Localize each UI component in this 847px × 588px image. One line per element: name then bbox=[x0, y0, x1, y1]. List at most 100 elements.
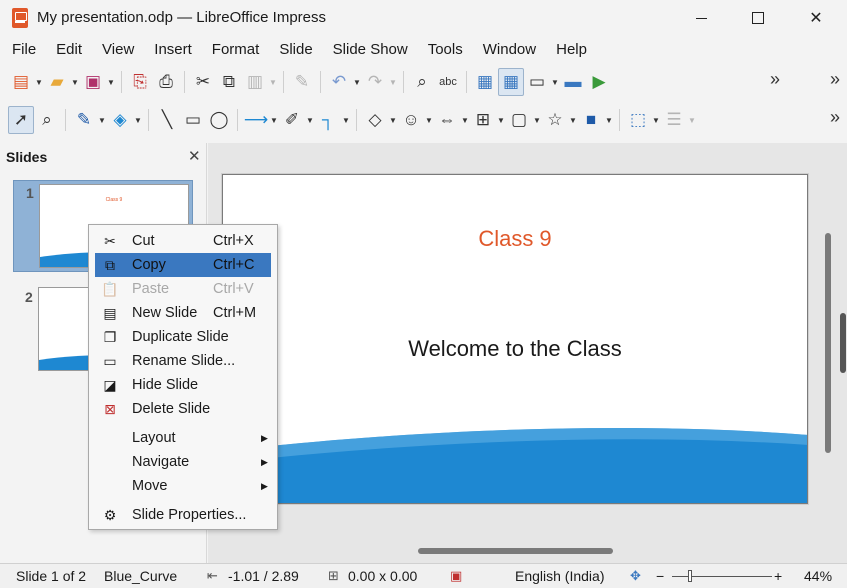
menu-slide-properties[interactable]: ⚙ Slide Properties... bbox=[89, 503, 277, 527]
toolbar2-more-icon[interactable]: » bbox=[830, 107, 840, 128]
menu-help[interactable]: Help bbox=[546, 38, 597, 62]
zoom-in-button[interactable]: + bbox=[774, 568, 782, 584]
menu-navigate[interactable]: Navigate ▶ bbox=[89, 450, 277, 474]
slide-editor[interactable]: Class 9 Welcome to the Class bbox=[208, 143, 847, 563]
menu-window[interactable]: Window bbox=[473, 38, 546, 62]
export-pdf-icon[interactable]: ⎘ bbox=[127, 68, 153, 96]
menu-paste[interactable]: 📋 Paste Ctrl+V bbox=[89, 277, 277, 301]
new-dropdown-icon[interactable]: ▼ bbox=[34, 68, 44, 96]
transformations-icon[interactable]: ⬚ bbox=[625, 106, 651, 134]
basic-shapes-icon[interactable]: ◇ bbox=[362, 106, 388, 134]
undo-icon[interactable]: ↶ bbox=[326, 68, 352, 96]
minimize-button[interactable] bbox=[678, 0, 724, 36]
find-replace-icon[interactable]: ⌕ bbox=[409, 68, 435, 96]
menu-move[interactable]: Move ▶ bbox=[89, 474, 277, 498]
arrow-line-icon[interactable]: ⟶ bbox=[243, 106, 269, 134]
document-modified-icon[interactable]: ▣ bbox=[450, 568, 462, 584]
save-icon[interactable]: ▣ bbox=[80, 68, 106, 96]
new-document-icon[interactable]: ▤ bbox=[8, 68, 34, 96]
slide-subtitle[interactable]: Welcome to the Class bbox=[223, 336, 807, 362]
redo-icon[interactable]: ↷ bbox=[362, 68, 388, 96]
vertical-scrollbar-thumb[interactable] bbox=[840, 313, 846, 373]
save-dropdown-icon[interactable]: ▼ bbox=[106, 68, 116, 96]
zoom-level[interactable]: 44% bbox=[804, 568, 832, 584]
curve-dropdown-icon[interactable]: ▼ bbox=[305, 106, 315, 134]
connector-icon[interactable]: ┐ bbox=[315, 106, 341, 134]
stars-icon[interactable]: ☆ bbox=[542, 106, 568, 134]
align-icon[interactable]: ☰ bbox=[661, 106, 687, 134]
open-dropdown-icon[interactable]: ▼ bbox=[70, 68, 80, 96]
symbol-shapes-dropdown-icon[interactable]: ▼ bbox=[424, 106, 434, 134]
toolbar1-overflow-icon[interactable]: » bbox=[830, 69, 840, 90]
paste-dropdown-icon[interactable]: ▼ bbox=[268, 68, 278, 96]
open-folder-icon[interactable]: ▰ bbox=[44, 68, 70, 96]
close-button[interactable]: ✕ bbox=[793, 0, 839, 36]
master-slide-status[interactable]: Blue_Curve bbox=[104, 568, 177, 584]
connector-dropdown-icon[interactable]: ▼ bbox=[341, 106, 351, 134]
align-dropdown-icon[interactable]: ▼ bbox=[687, 106, 697, 134]
slide-canvas[interactable]: Class 9 Welcome to the Class bbox=[222, 174, 808, 504]
fill-color-dropdown-icon[interactable]: ▼ bbox=[133, 106, 143, 134]
transformations-dropdown-icon[interactable]: ▼ bbox=[651, 106, 661, 134]
menu-copy[interactable]: ⧉ Copy Ctrl+C bbox=[95, 253, 271, 277]
slide-title[interactable]: Class 9 bbox=[223, 226, 807, 252]
redo-dropdown-icon[interactable]: ▼ bbox=[388, 68, 398, 96]
menu-view[interactable]: View bbox=[92, 38, 144, 62]
menu-tools[interactable]: Tools bbox=[418, 38, 473, 62]
undo-dropdown-icon[interactable]: ▼ bbox=[352, 68, 362, 96]
start-slideshow-icon[interactable]: ▶ bbox=[586, 68, 612, 96]
flowchart-dropdown-icon[interactable]: ▼ bbox=[496, 106, 506, 134]
menu-cut[interactable]: ✂ Cut Ctrl+X bbox=[89, 229, 277, 253]
menu-rename-slide[interactable]: ▭ Rename Slide... bbox=[89, 349, 277, 373]
arrow-dropdown-icon[interactable]: ▼ bbox=[269, 106, 279, 134]
rectangle-icon[interactable]: ▭ bbox=[180, 106, 206, 134]
menu-file[interactable]: File bbox=[0, 38, 46, 62]
menu-layout[interactable]: Layout ▶ bbox=[89, 426, 277, 450]
zoom-slider-thumb[interactable] bbox=[688, 570, 692, 582]
vertical-scrollbar[interactable] bbox=[825, 233, 831, 453]
fill-color-icon[interactable]: ◈ bbox=[107, 106, 133, 134]
menu-edit[interactable]: Edit bbox=[46, 38, 92, 62]
block-arrows-icon[interactable]: ⇔ bbox=[434, 106, 460, 134]
callouts-icon[interactable]: ▢ bbox=[506, 106, 532, 134]
3d-objects-dropdown-icon[interactable]: ▼ bbox=[604, 106, 614, 134]
display-grid-icon[interactable]: ▦ bbox=[472, 68, 498, 96]
fit-slide-icon[interactable]: ✥ bbox=[630, 568, 641, 584]
toolbar1-more-icon[interactable]: » bbox=[770, 69, 780, 90]
curve-icon[interactable]: ✐ bbox=[279, 106, 305, 134]
callouts-dropdown-icon[interactable]: ▼ bbox=[532, 106, 542, 134]
menu-new-slide[interactable]: ▤ New Slide Ctrl+M bbox=[89, 301, 277, 325]
spelling-icon[interactable]: abc bbox=[435, 68, 461, 96]
clone-formatting-icon[interactable]: ✎ bbox=[289, 68, 315, 96]
horizontal-scrollbar[interactable] bbox=[418, 548, 613, 554]
maximize-button[interactable] bbox=[735, 0, 781, 36]
basic-shapes-dropdown-icon[interactable]: ▼ bbox=[388, 106, 398, 134]
symbol-shapes-icon[interactable]: ☺ bbox=[398, 106, 424, 134]
display-views-icon[interactable]: ▬ bbox=[560, 68, 586, 96]
menu-insert[interactable]: Insert bbox=[144, 38, 202, 62]
menu-duplicate-slide[interactable]: ❐ Duplicate Slide bbox=[89, 325, 277, 349]
copy-icon[interactable]: ⧉ bbox=[216, 68, 242, 96]
zoom-slider-track[interactable] bbox=[672, 576, 772, 577]
language-status[interactable]: English (India) bbox=[515, 568, 605, 584]
line-color-dropdown-icon[interactable]: ▼ bbox=[97, 106, 107, 134]
flowchart-icon[interactable]: ⊞ bbox=[470, 106, 496, 134]
select-icon[interactable]: ➚ bbox=[8, 106, 34, 134]
zoom-out-button[interactable]: − bbox=[656, 568, 664, 584]
line-color-icon[interactable]: ✎ bbox=[71, 106, 97, 134]
menu-slide[interactable]: Slide bbox=[269, 38, 322, 62]
master-slide-icon[interactable]: ▭ bbox=[524, 68, 550, 96]
zoom-pan-icon[interactable]: ⌕ bbox=[34, 106, 60, 134]
insert-line-icon[interactable]: ╲ bbox=[154, 106, 180, 134]
menu-hide-slide[interactable]: ◪ Hide Slide bbox=[89, 373, 277, 397]
slides-pane-close-icon[interactable]: ✕ bbox=[188, 147, 201, 165]
ellipse-icon[interactable]: ◯ bbox=[206, 106, 232, 134]
3d-objects-icon[interactable]: ■ bbox=[578, 106, 604, 134]
print-icon[interactable]: ⎙ bbox=[153, 68, 179, 96]
menu-slide-show[interactable]: Slide Show bbox=[323, 38, 418, 62]
menu-delete-slide[interactable]: ⊠ Delete Slide bbox=[89, 397, 277, 421]
paste-icon[interactable]: ▥ bbox=[242, 68, 268, 96]
stars-dropdown-icon[interactable]: ▼ bbox=[568, 106, 578, 134]
cut-icon[interactable]: ✂ bbox=[190, 68, 216, 96]
block-arrows-dropdown-icon[interactable]: ▼ bbox=[460, 106, 470, 134]
